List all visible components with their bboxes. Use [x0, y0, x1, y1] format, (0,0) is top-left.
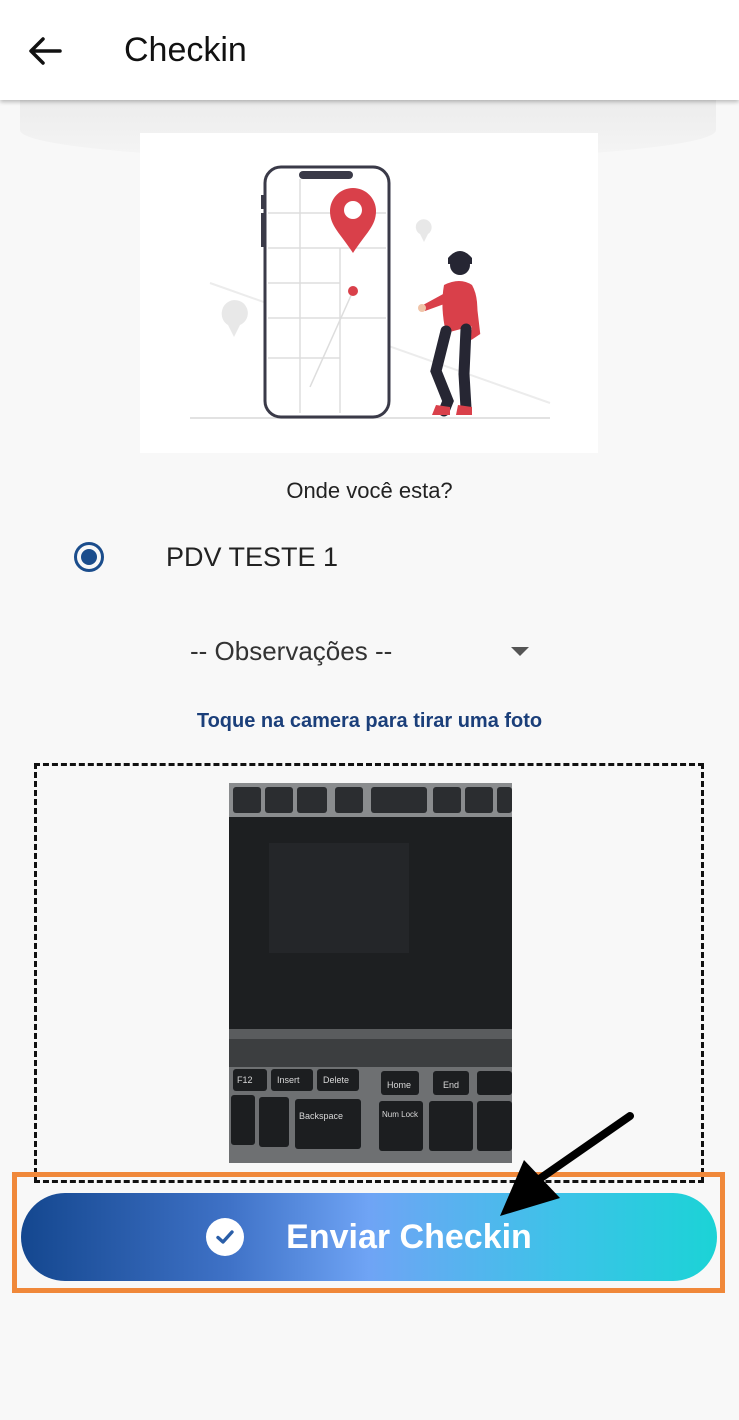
location-illustration	[140, 133, 598, 453]
key-home: Home	[387, 1080, 411, 1090]
page-title: Checkin	[124, 31, 247, 69]
arrow-left-icon	[29, 37, 62, 65]
key-f12: F12	[237, 1075, 253, 1085]
location-prompt: Onde você esta?	[286, 478, 453, 503]
chevron-down-icon	[511, 646, 529, 656]
observations-value: -- Observações --	[190, 635, 393, 666]
key-delete: Delete	[323, 1075, 349, 1085]
camera-hint: Toque na camera para tirar uma foto	[196, 710, 543, 732]
key-num-lock: Num Lock	[382, 1110, 419, 1119]
location-option-label: PDV TESTE 1	[166, 541, 339, 572]
back-button[interactable]	[22, 28, 68, 74]
app-bar: Checkin	[0, 0, 739, 100]
key-end: End	[443, 1080, 459, 1090]
location-option-pdv-teste-1[interactable]: PDV TESTE 1	[74, 534, 474, 580]
key-insert: Insert	[277, 1075, 300, 1085]
radio-selected-dot	[81, 549, 97, 565]
observations-dropdown[interactable]: -- Observações --	[190, 628, 535, 674]
radio-button[interactable]	[74, 542, 104, 572]
annotation-arrow-icon	[500, 1112, 634, 1216]
captured-photo[interactable]: F12 Insert Delete Home End Backspace Num…	[229, 783, 512, 1163]
key-backspace: Backspace	[299, 1111, 343, 1121]
